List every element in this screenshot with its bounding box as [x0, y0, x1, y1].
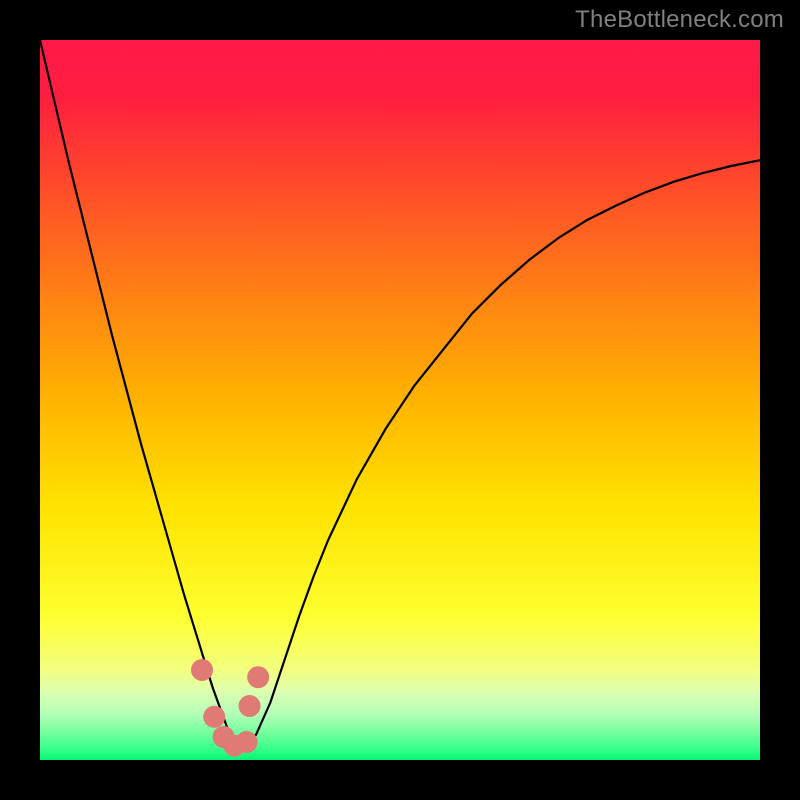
- highlight-marker: [203, 706, 225, 728]
- highlight-marker: [191, 659, 213, 681]
- bottleneck-chart-svg: [40, 40, 760, 760]
- chart-container: TheBottleneck.com: [0, 0, 800, 800]
- watermark-text: TheBottleneck.com: [575, 6, 784, 34]
- highlight-marker: [236, 731, 258, 753]
- chart-background: [40, 40, 760, 760]
- highlight-marker: [239, 695, 261, 717]
- highlight-marker: [247, 666, 269, 688]
